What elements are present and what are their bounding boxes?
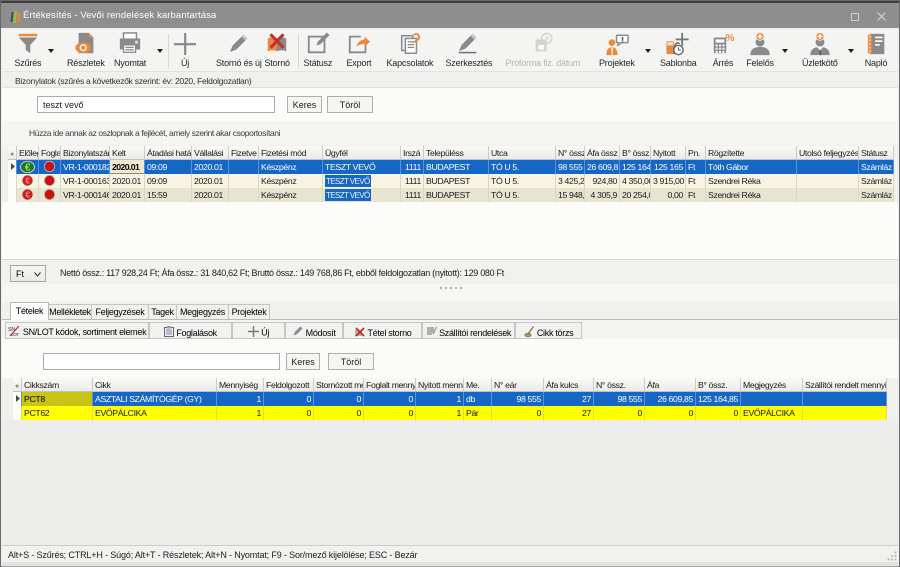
svg-text:%: % <box>725 33 734 44</box>
svg-text:€: € <box>25 163 31 174</box>
